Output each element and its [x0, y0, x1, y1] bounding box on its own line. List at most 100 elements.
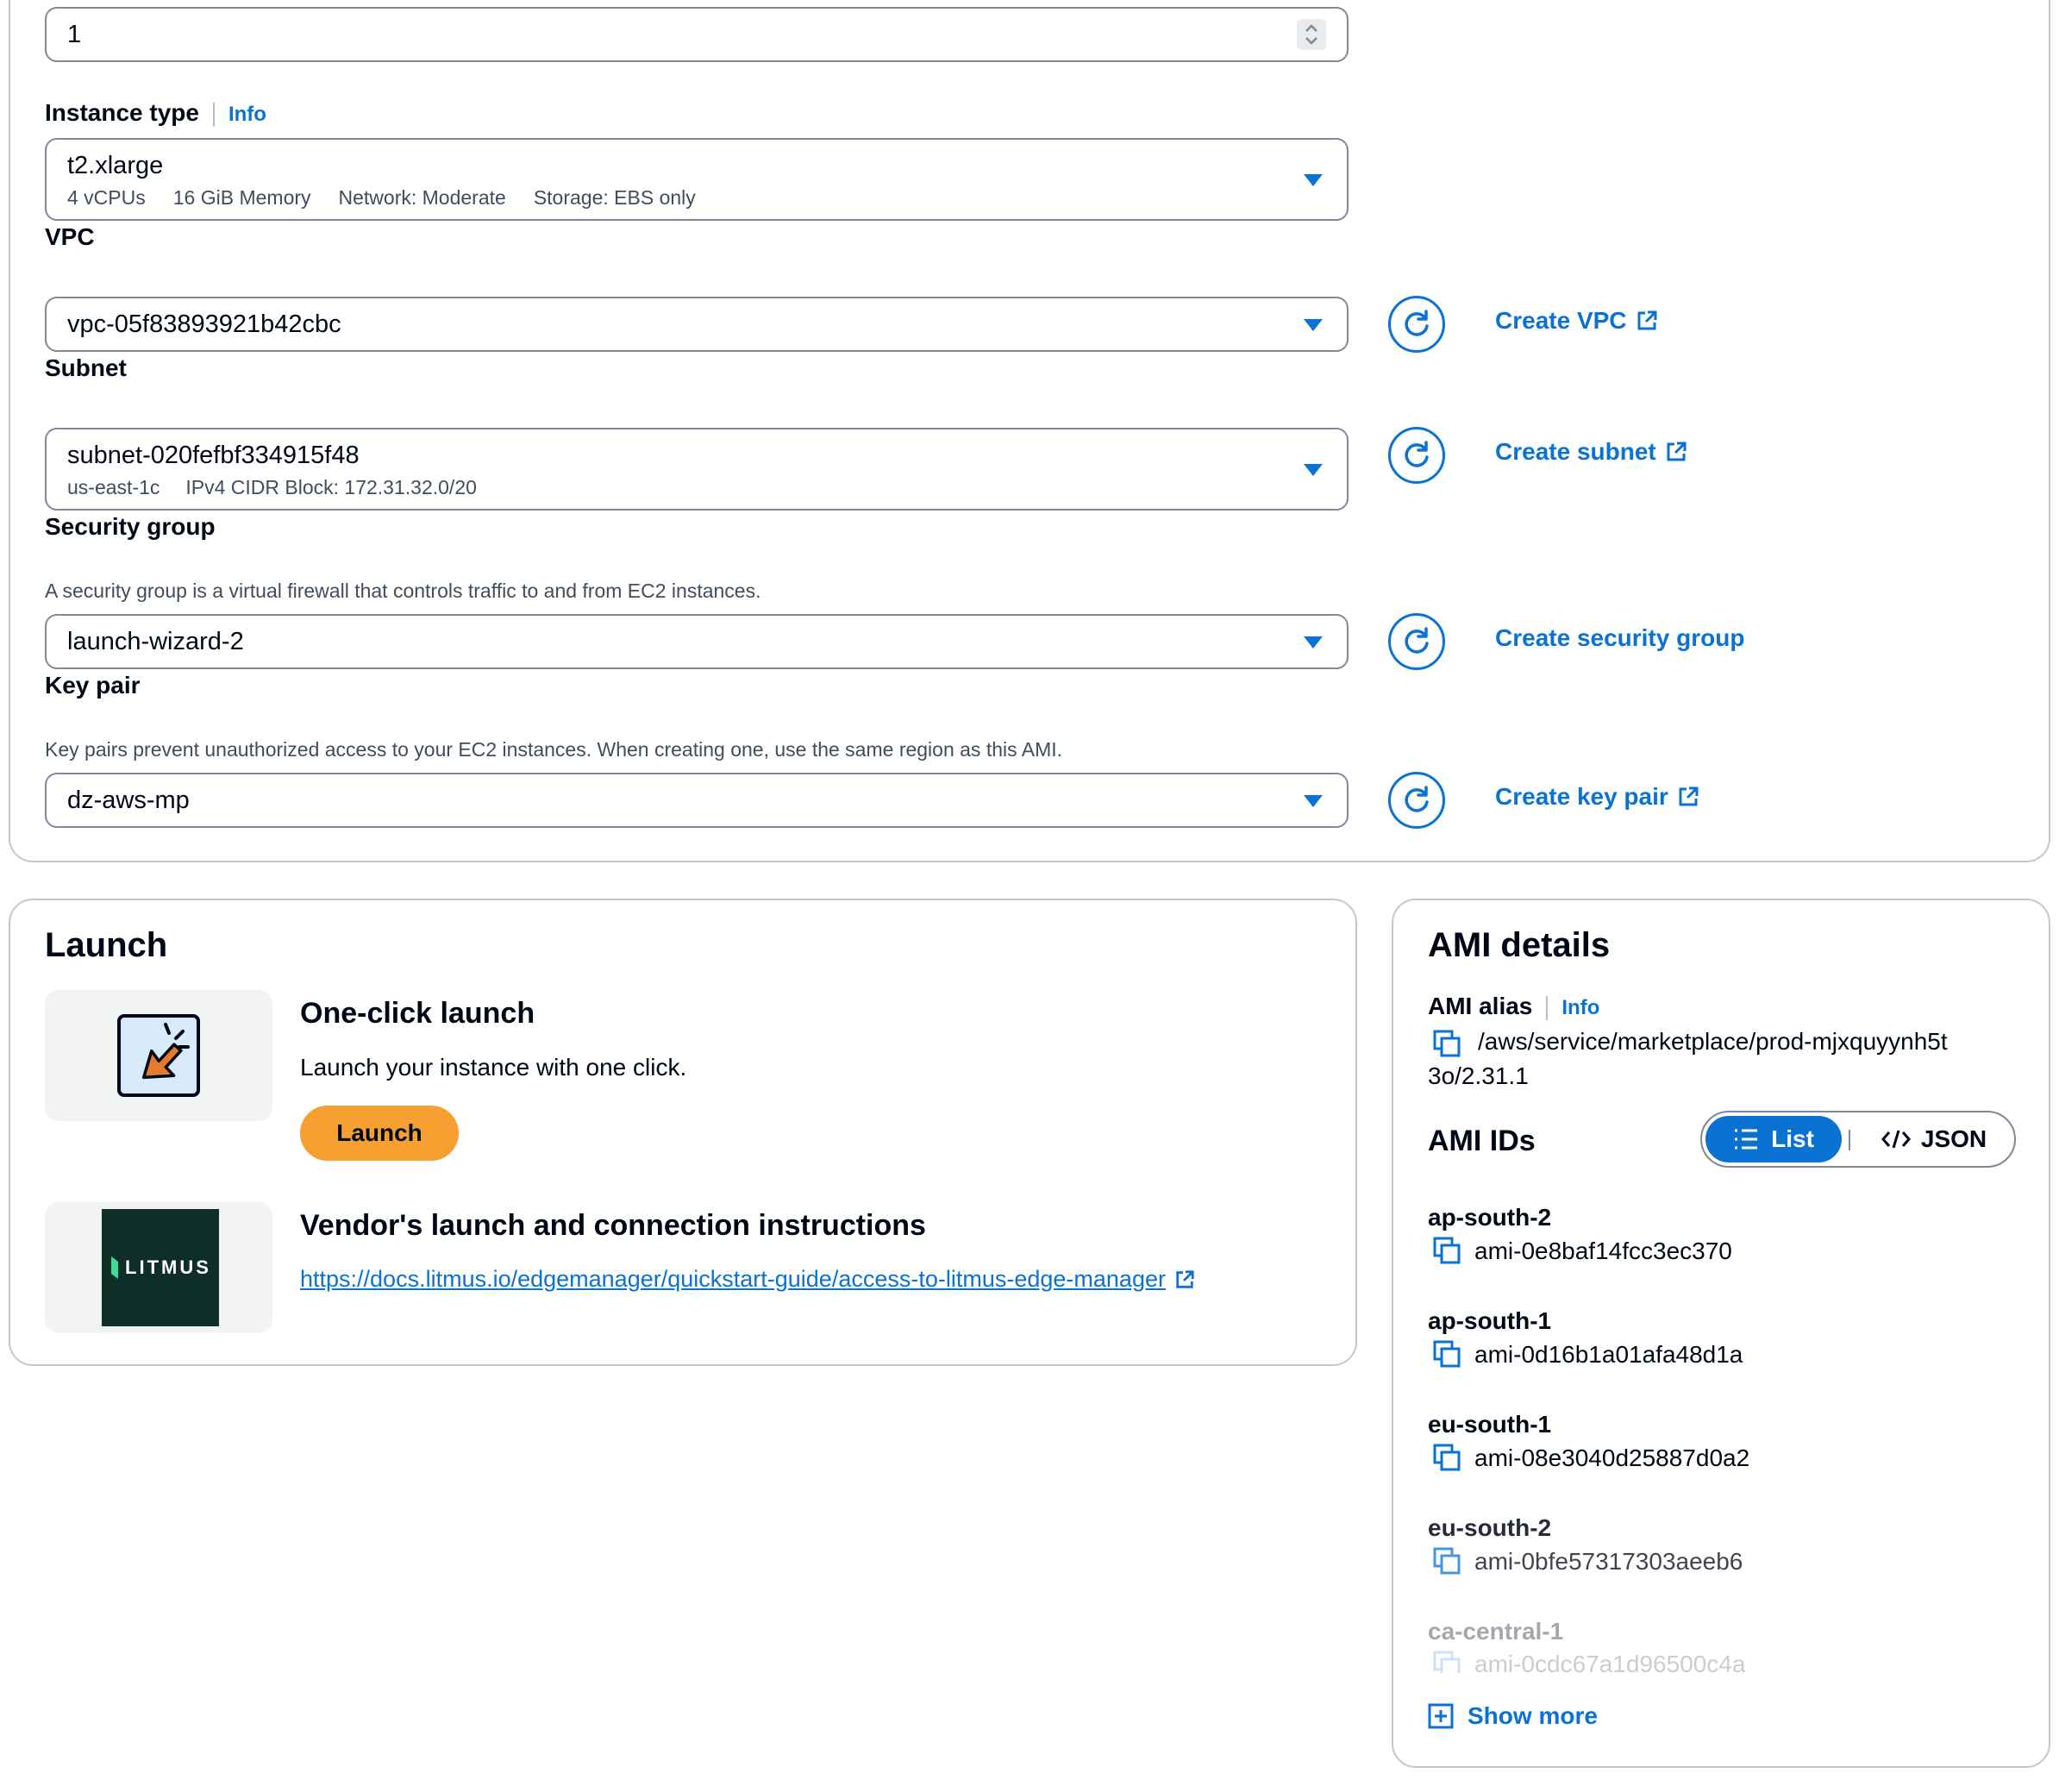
vendor-logo-tile: LITMUS	[45, 1202, 272, 1333]
refresh-key-pair-button[interactable]	[1388, 772, 1445, 829]
show-more-label: Show more	[1468, 1702, 1598, 1729]
instance-vcpus: 4 vCPUs	[67, 186, 146, 209]
security-group-select[interactable]: launch-wizard-2	[45, 614, 1349, 669]
toggle-list-button[interactable]: List	[1705, 1116, 1842, 1162]
key-pair-label: Key pair	[45, 672, 141, 699]
ami-alias-value: /aws/service/marketplace/prod-mjxquyynh5…	[1428, 1024, 1948, 1093]
chevron-down-icon	[1304, 174, 1323, 186]
instance-count-input[interactable]: 1	[45, 7, 1349, 62]
copy-icon[interactable]	[1433, 1547, 1462, 1576]
key-pair-select[interactable]: dz-aws-mp	[45, 773, 1349, 828]
chevron-down-icon	[1304, 636, 1323, 649]
create-subnet-link[interactable]: Create subnet	[1495, 438, 1687, 466]
external-link-icon	[1176, 1269, 1194, 1288]
create-key-pair-label: Create key pair	[1495, 783, 1668, 810]
ami-id-row: ami-08e3040d25887d0a2	[1433, 1444, 1749, 1473]
vpc-select[interactable]: vpc-05f83893921b42cbc	[45, 297, 1349, 352]
one-click-icon-tile	[45, 990, 272, 1121]
instance-memory: 16 GiB Memory	[172, 186, 311, 209]
create-security-group-label: Create security group	[1495, 624, 1745, 651]
key-pair-description: Key pairs prevent unauthorized access to…	[45, 738, 1063, 761]
security-group-description: A security group is a virtual firewall t…	[45, 580, 761, 602]
litmus-logo: LITMUS	[102, 1209, 219, 1326]
instance-type-info-link[interactable]: Info	[228, 103, 266, 126]
security-group-value: launch-wizard-2	[67, 628, 244, 655]
external-link-icon	[1667, 442, 1687, 461]
code-icon	[1881, 1130, 1911, 1149]
vpc-label: VPC	[45, 223, 95, 250]
copy-icon[interactable]	[1433, 1340, 1462, 1369]
subnet-details: us-east-1c IPv4 CIDR Block: 172.31.32.0/…	[67, 476, 477, 499]
instance-configuration-panel: 1 Instance type Info t2.xlarge 4 vCPUs 16…	[9, 0, 2050, 862]
subnet-label: Subnet	[45, 354, 127, 381]
vendor-instructions-link[interactable]: https://docs.litmus.io/edgemanager/quick…	[300, 1266, 1195, 1293]
vpc-value: vpc-05f83893921b42cbc	[67, 310, 341, 338]
instance-type-label: Instance type	[45, 99, 199, 126]
toggle-json-button[interactable]: JSON	[1866, 1116, 2002, 1162]
list-icon	[1735, 1129, 1758, 1150]
refresh-icon	[1405, 441, 1429, 467]
subnet-az: us-east-1c	[67, 476, 160, 498]
ami-id: ami-0d16b1a01afa48d1a	[1474, 1341, 1743, 1368]
ami-region: eu-south-2	[1428, 1514, 1552, 1541]
expand-icon	[1428, 1703, 1454, 1729]
ami-id-row: ami-0d16b1a01afa48d1a	[1433, 1340, 1743, 1369]
ami-alias-line1: /aws/service/marketplace/prod-mjxquyynh5…	[1478, 1028, 1948, 1055]
instance-storage: Storage: EBS only	[533, 186, 696, 209]
external-link-icon	[1637, 310, 1657, 330]
refresh-security-group-button[interactable]	[1388, 613, 1445, 670]
ami-id: ami-08e3040d25887d0a2	[1474, 1444, 1750, 1471]
launch-title: Launch	[45, 926, 168, 964]
launch-panel: Launch One-click launch Launch your inst…	[9, 899, 1357, 1366]
copy-icon[interactable]	[1433, 1444, 1462, 1473]
create-key-pair-link[interactable]: Create key pair	[1495, 783, 1699, 811]
vendor-instructions-title: Vendor's launch and connection instructi…	[300, 1209, 926, 1242]
chevron-down-icon	[1304, 464, 1323, 476]
ami-id: ami-0cdc67a1d96500c4a	[1474, 1651, 1746, 1673]
ami-id: ami-0bfe57317303aeeb6	[1474, 1548, 1743, 1575]
ami-region: ap-south-2	[1428, 1204, 1552, 1231]
copy-icon[interactable]	[1433, 1651, 1462, 1673]
copy-icon[interactable]	[1433, 1030, 1462, 1068]
subnet-value: subnet-020fefbf334915f48	[67, 442, 360, 469]
label-divider	[1546, 995, 1549, 1020]
ami-alias-label-row: AMI alias Info	[1428, 992, 1599, 1023]
chevron-down-icon	[1304, 319, 1323, 331]
chevron-down-icon	[1304, 795, 1323, 807]
ami-alias-label: AMI alias	[1428, 993, 1533, 1019]
refresh-icon	[1405, 627, 1429, 654]
key-pair-value: dz-aws-mp	[67, 786, 190, 814]
toggle-list-label: List	[1771, 1125, 1814, 1152]
one-click-title: One-click launch	[300, 997, 535, 1030]
ami-id-row: ami-0cdc67a1d96500c4a	[1433, 1651, 1745, 1673]
create-vpc-link[interactable]: Create VPC	[1495, 307, 1658, 335]
create-vpc-label: Create VPC	[1495, 307, 1627, 334]
refresh-icon	[1405, 310, 1429, 336]
refresh-icon	[1405, 786, 1429, 812]
toggle-json-label: JSON	[1920, 1125, 1987, 1152]
vendor-instructions-url: https://docs.litmus.io/edgemanager/quick…	[300, 1266, 1166, 1292]
subnet-select[interactable]: subnet-020fefbf334915f48 us-east-1c IPv4…	[45, 428, 1349, 511]
stepper-icon[interactable]	[1297, 19, 1326, 50]
ami-details-title: AMI details	[1428, 926, 1611, 964]
ami-alias-line2: 3o/2.31.1	[1428, 1062, 1529, 1089]
refresh-subnet-button[interactable]	[1388, 427, 1445, 484]
cursor-click-icon	[117, 1014, 200, 1097]
security-group-label: Security group	[45, 513, 216, 540]
litmus-logo-mark	[111, 1256, 119, 1279]
instance-type-select[interactable]: t2.xlarge 4 vCPUs 16 GiB Memory Network:…	[45, 138, 1349, 221]
create-security-group-link[interactable]: Create security group	[1495, 624, 1744, 652]
ami-alias-info-link[interactable]: Info	[1561, 996, 1599, 1019]
launch-button[interactable]: Launch	[300, 1106, 459, 1161]
ami-ids-title: AMI IDs	[1428, 1125, 1536, 1157]
instance-type-label-row: Instance type Info	[45, 98, 266, 129]
show-more-button[interactable]: Show more	[1428, 1702, 1598, 1730]
instance-network: Network: Moderate	[338, 186, 506, 209]
create-subnet-label: Create subnet	[1495, 438, 1656, 465]
toggle-divider	[1849, 1130, 1850, 1150]
ami-id: ami-0e8baf14fcc3ec370	[1474, 1237, 1732, 1264]
copy-icon[interactable]	[1433, 1237, 1462, 1266]
subnet-cidr: IPv4 CIDR Block: 172.31.32.0/20	[185, 476, 477, 498]
refresh-vpc-button[interactable]	[1388, 296, 1445, 353]
view-toggle: List JSON	[1700, 1111, 2016, 1168]
